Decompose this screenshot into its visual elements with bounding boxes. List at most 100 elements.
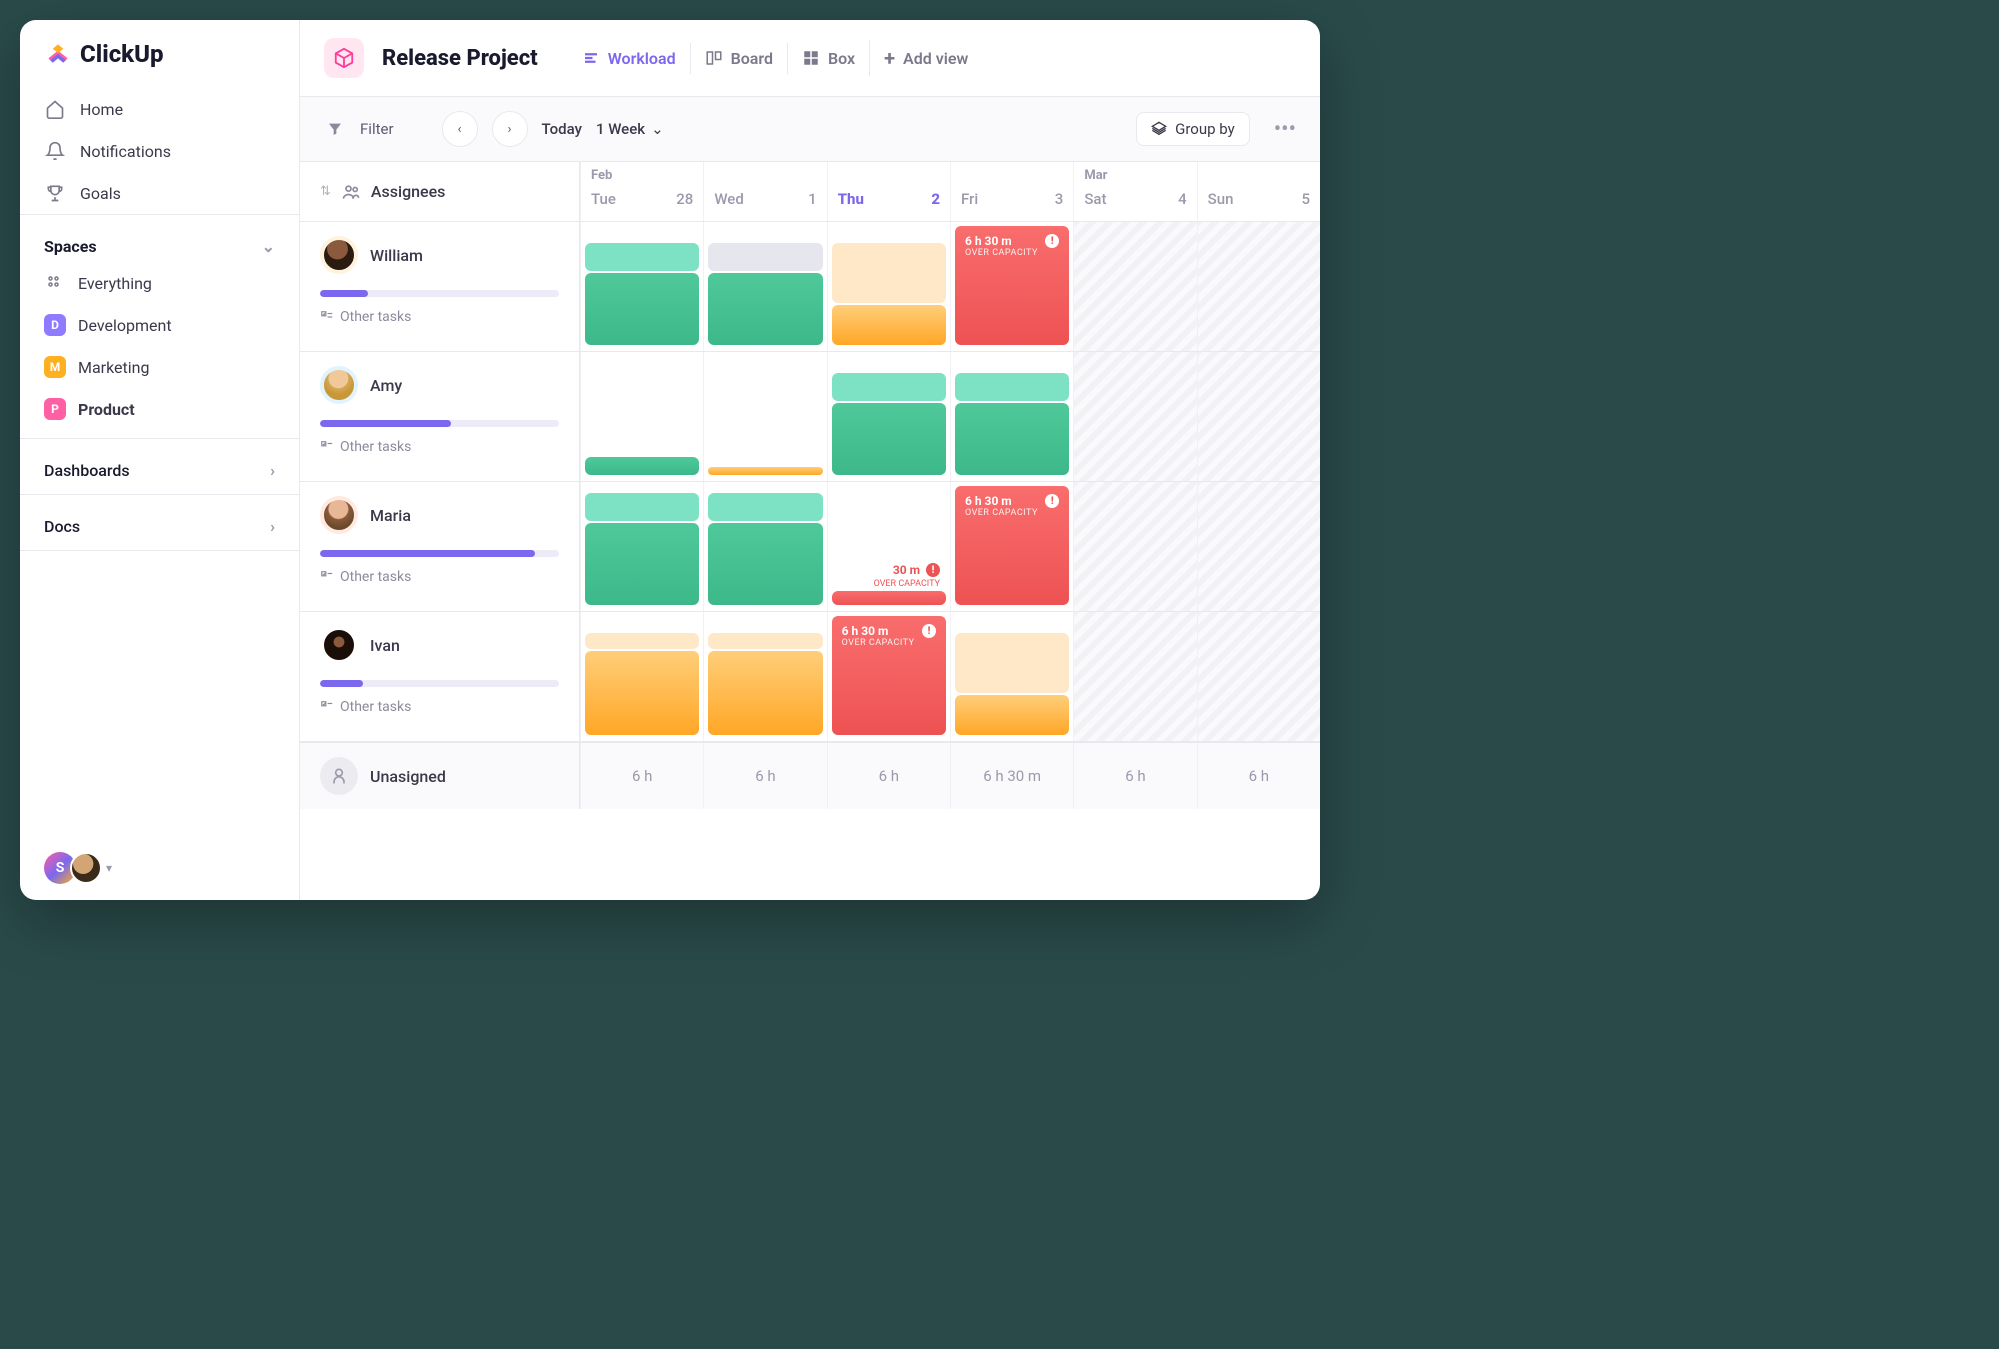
column-title: Assignees: [371, 182, 446, 201]
assignee-cell[interactable]: Amy Other tasks: [300, 352, 580, 481]
assignee-cell[interactable]: Maria Other tasks: [300, 482, 580, 611]
plus-icon: +: [884, 46, 895, 70]
date-col-tue: FebTue28: [580, 162, 703, 221]
other-tasks[interactable]: Other tasks: [320, 309, 559, 325]
workload-cell[interactable]: [950, 352, 1073, 481]
unassigned-row: Unasigned 6 h 6 h 6 h 6 h 30 m 6 h 6 h: [300, 742, 1320, 809]
assignee-name: William: [370, 246, 423, 265]
footer-cell: 6 h: [703, 743, 826, 809]
workload-cell[interactable]: 30 m!OVER CAPACITY: [827, 482, 950, 611]
main-area: Release Project Workload Board Box + Add…: [300, 20, 1320, 900]
everything-item[interactable]: Everything: [20, 262, 299, 304]
spaces-section: Spaces ⌄ Everything D Development M Mark…: [20, 214, 299, 438]
groupby-button[interactable]: Group by: [1136, 112, 1250, 146]
workload-cell[interactable]: [1197, 222, 1320, 351]
workload-cell[interactable]: 6 h 30 m!OVER CAPACITY: [827, 612, 950, 741]
footer-cell: 6 h: [1073, 743, 1196, 809]
brand-logo[interactable]: ClickUp: [20, 20, 299, 88]
space-marketing[interactable]: M Marketing: [20, 346, 299, 388]
workload-cell[interactable]: [827, 352, 950, 481]
chevron-left-icon: ‹: [458, 122, 462, 137]
dashboards-header[interactable]: Dashboards ›: [20, 455, 299, 486]
workload-cell[interactable]: [580, 222, 703, 351]
assignee-cell[interactable]: William Other tasks: [300, 222, 580, 351]
capacity-bar: [320, 290, 559, 297]
home-icon: [44, 98, 66, 120]
tab-board[interactable]: Board: [690, 43, 787, 74]
filter-icon[interactable]: [324, 118, 346, 140]
workload-cell[interactable]: [703, 612, 826, 741]
tab-label: Workload: [608, 49, 676, 68]
assignee-cell[interactable]: Unasigned: [300, 743, 580, 809]
app-window: ClickUp Home Notifications Goals Spaces …: [20, 20, 1320, 900]
brand-name: ClickUp: [80, 40, 164, 68]
workload-cell[interactable]: [1197, 612, 1320, 741]
workload-cell[interactable]: [1073, 612, 1196, 741]
tab-label: Board: [731, 49, 773, 68]
space-badge: D: [44, 314, 66, 336]
project-title: Release Project: [382, 46, 538, 71]
toolbar: Filter ‹ › Today 1 Week ⌄ Group by •••: [300, 97, 1320, 162]
workload-cell[interactable]: [580, 482, 703, 611]
other-tasks[interactable]: Other tasks: [320, 699, 559, 715]
workload-cell[interactable]: [703, 222, 826, 351]
nav-home[interactable]: Home: [20, 88, 299, 130]
space-badge: M: [44, 356, 66, 378]
docs-header[interactable]: Docs ›: [20, 511, 299, 542]
date-col-sun: Sun5: [1197, 162, 1320, 221]
space-development[interactable]: D Development: [20, 304, 299, 346]
date-col-sat: MarSat4: [1073, 162, 1196, 221]
workload-cell[interactable]: [580, 612, 703, 741]
workload-cell[interactable]: 6 h 30 m!OVER CAPACITY: [950, 482, 1073, 611]
workload-cell[interactable]: [580, 352, 703, 481]
capacity-bar: [320, 680, 559, 687]
space-product[interactable]: P Product: [20, 388, 299, 430]
next-button[interactable]: ›: [492, 111, 528, 147]
workload-cell[interactable]: [1197, 482, 1320, 611]
everything-label: Everything: [78, 274, 152, 293]
more-menu[interactable]: •••: [1274, 117, 1296, 142]
today-button[interactable]: Today: [542, 120, 582, 138]
tab-add-view[interactable]: + Add view: [869, 40, 982, 76]
warning-icon: !: [922, 624, 936, 638]
filter-button[interactable]: Filter: [360, 120, 394, 138]
assignee-cell[interactable]: Ivan Other tasks: [300, 612, 580, 741]
warning-icon: !: [926, 563, 940, 577]
workload-cell[interactable]: [703, 352, 826, 481]
box-icon: [802, 49, 820, 67]
sort-icon: ⇅: [320, 184, 331, 199]
workload-cell[interactable]: [950, 612, 1073, 741]
assignees-column-header[interactable]: ⇅ Assignees: [300, 162, 579, 222]
prev-button[interactable]: ‹: [442, 111, 478, 147]
other-tasks[interactable]: Other tasks: [320, 569, 559, 585]
date-col-wed: Wed1: [703, 162, 826, 221]
nav-goals[interactable]: Goals: [20, 172, 299, 214]
tab-box[interactable]: Box: [787, 43, 869, 74]
nav-notifications[interactable]: Notifications: [20, 130, 299, 172]
workload-cell[interactable]: [827, 222, 950, 351]
workload-cell[interactable]: [1073, 482, 1196, 611]
account-switcher[interactable]: S ▾: [20, 836, 299, 900]
clickup-logo-icon: [44, 40, 72, 68]
space-label: Marketing: [78, 358, 149, 377]
checklist-icon: [320, 310, 334, 324]
workload-cell[interactable]: [703, 482, 826, 611]
workload-cell[interactable]: 6 h 30 m!OVER CAPACITY: [950, 222, 1073, 351]
bell-icon: [44, 140, 66, 162]
tab-workload[interactable]: Workload: [568, 43, 690, 74]
nav-label: Notifications: [80, 142, 171, 161]
workload-cell[interactable]: [1073, 222, 1196, 351]
project-icon: [324, 38, 364, 78]
range-label: 1 Week: [596, 120, 645, 138]
chevron-down-icon: ▾: [106, 861, 112, 875]
workload-cell[interactable]: [1197, 352, 1320, 481]
board-icon: [705, 49, 723, 67]
range-selector[interactable]: 1 Week ⌄: [596, 120, 664, 138]
workload-cell[interactable]: [1073, 352, 1196, 481]
groupby-label: Group by: [1175, 120, 1235, 138]
docs-section: Docs ›: [20, 494, 299, 551]
workload-icon: [582, 49, 600, 67]
other-tasks[interactable]: Other tasks: [320, 439, 559, 455]
trophy-icon: [44, 182, 66, 204]
spaces-header[interactable]: Spaces ⌄: [20, 231, 299, 262]
